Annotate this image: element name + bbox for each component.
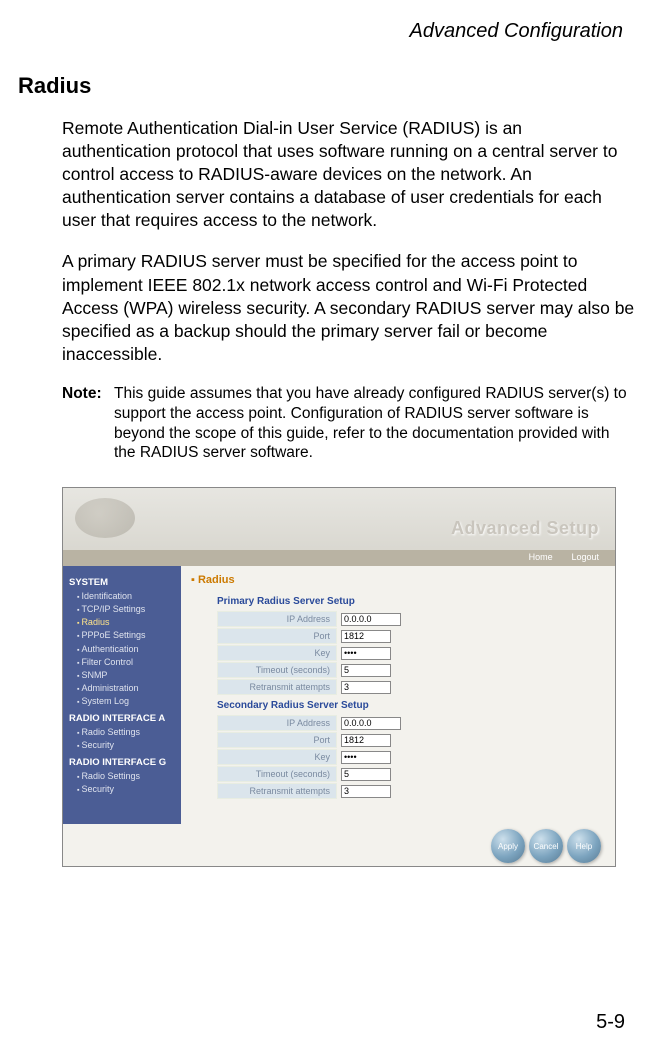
sidebar-item-administration[interactable]: Administration	[69, 682, 181, 695]
label-key-2: Key	[217, 749, 337, 765]
secondary-retransmit-input[interactable]	[341, 785, 391, 798]
sidebar-item-syslog[interactable]: System Log	[69, 695, 181, 708]
label-timeout: Timeout (seconds)	[217, 662, 337, 678]
screenshot-header: Advanced Setup Home Logout	[63, 488, 615, 566]
label-port: Port	[217, 628, 337, 644]
sidebar-item-pppoe[interactable]: PPPoE Settings	[69, 629, 181, 642]
note-block: Note: This guide assumes that you have a…	[0, 384, 653, 481]
secondary-port-input[interactable]	[341, 734, 391, 747]
paragraph-1: Remote Authentication Dial-in User Servi…	[0, 117, 653, 250]
primary-port-input[interactable]	[341, 630, 391, 643]
section-title: Radius	[0, 43, 653, 117]
sidebar-item-radius[interactable]: Radius	[69, 616, 181, 629]
sidebar-group-radio-g: RADIO INTERFACE G	[69, 756, 181, 770]
main-panel: Radius Primary Radius Server Setup IP Ad…	[181, 566, 615, 824]
label-retransmit-2: Retransmit attempts	[217, 783, 337, 799]
button-footer: Apply Cancel Help	[63, 824, 615, 867]
sidebar-item-identification[interactable]: Identification	[69, 590, 181, 603]
label-timeout-2: Timeout (seconds)	[217, 766, 337, 782]
sidebar-item-tcpip[interactable]: TCP/IP Settings	[69, 603, 181, 616]
sidebar-group-radio-a: RADIO INTERFACE A	[69, 712, 181, 726]
logo-graphic	[75, 498, 135, 538]
label-ip: IP Address	[217, 611, 337, 627]
page-number: 5-9	[596, 1011, 625, 1034]
nav-home[interactable]: Home	[521, 550, 561, 564]
secondary-form: IP Address Port Key Timeout (seconds) Re…	[191, 715, 605, 799]
page-header: Advanced Configuration	[0, 0, 653, 43]
sidebar-item-radio-g-settings[interactable]: Radio Settings	[69, 770, 181, 783]
label-port-2: Port	[217, 732, 337, 748]
label-retransmit: Retransmit attempts	[217, 679, 337, 695]
paragraph-2: A primary RADIUS server must be specifie…	[0, 250, 653, 383]
label-ip-2: IP Address	[217, 715, 337, 731]
nav-strip: Home Logout	[63, 550, 615, 566]
panel-title: Radius	[191, 574, 605, 592]
config-screenshot: Advanced Setup Home Logout SYSTEM Identi…	[62, 487, 616, 867]
secondary-ip-input[interactable]	[341, 717, 401, 730]
help-button[interactable]: Help	[567, 829, 601, 863]
primary-timeout-input[interactable]	[341, 664, 391, 677]
secondary-timeout-input[interactable]	[341, 768, 391, 781]
secondary-heading: Secondary Radius Server Setup	[191, 696, 605, 715]
nav-logout[interactable]: Logout	[563, 550, 607, 564]
sidebar-item-snmp[interactable]: SNMP	[69, 669, 181, 682]
sidebar-item-radio-g-security[interactable]: Security	[69, 783, 181, 796]
sidebar-group-system: SYSTEM	[69, 576, 181, 590]
sidebar: SYSTEM Identification TCP/IP Settings Ra…	[63, 566, 181, 824]
label-key: Key	[217, 645, 337, 661]
sidebar-item-filter[interactable]: Filter Control	[69, 656, 181, 669]
cancel-button[interactable]: Cancel	[529, 829, 563, 863]
note-label: Note:	[62, 384, 114, 463]
note-text: This guide assumes that you have already…	[114, 384, 635, 463]
sidebar-item-radio-a-settings[interactable]: Radio Settings	[69, 726, 181, 739]
secondary-key-input[interactable]	[341, 751, 391, 764]
primary-ip-input[interactable]	[341, 613, 401, 626]
primary-heading: Primary Radius Server Setup	[191, 592, 605, 611]
sidebar-item-authentication[interactable]: Authentication	[69, 643, 181, 656]
primary-key-input[interactable]	[341, 647, 391, 660]
banner-title: Advanced Setup	[451, 518, 599, 539]
apply-button[interactable]: Apply	[491, 829, 525, 863]
primary-retransmit-input[interactable]	[341, 681, 391, 694]
primary-form: IP Address Port Key Timeout (seconds) Re…	[191, 611, 605, 695]
sidebar-item-radio-a-security[interactable]: Security	[69, 739, 181, 752]
